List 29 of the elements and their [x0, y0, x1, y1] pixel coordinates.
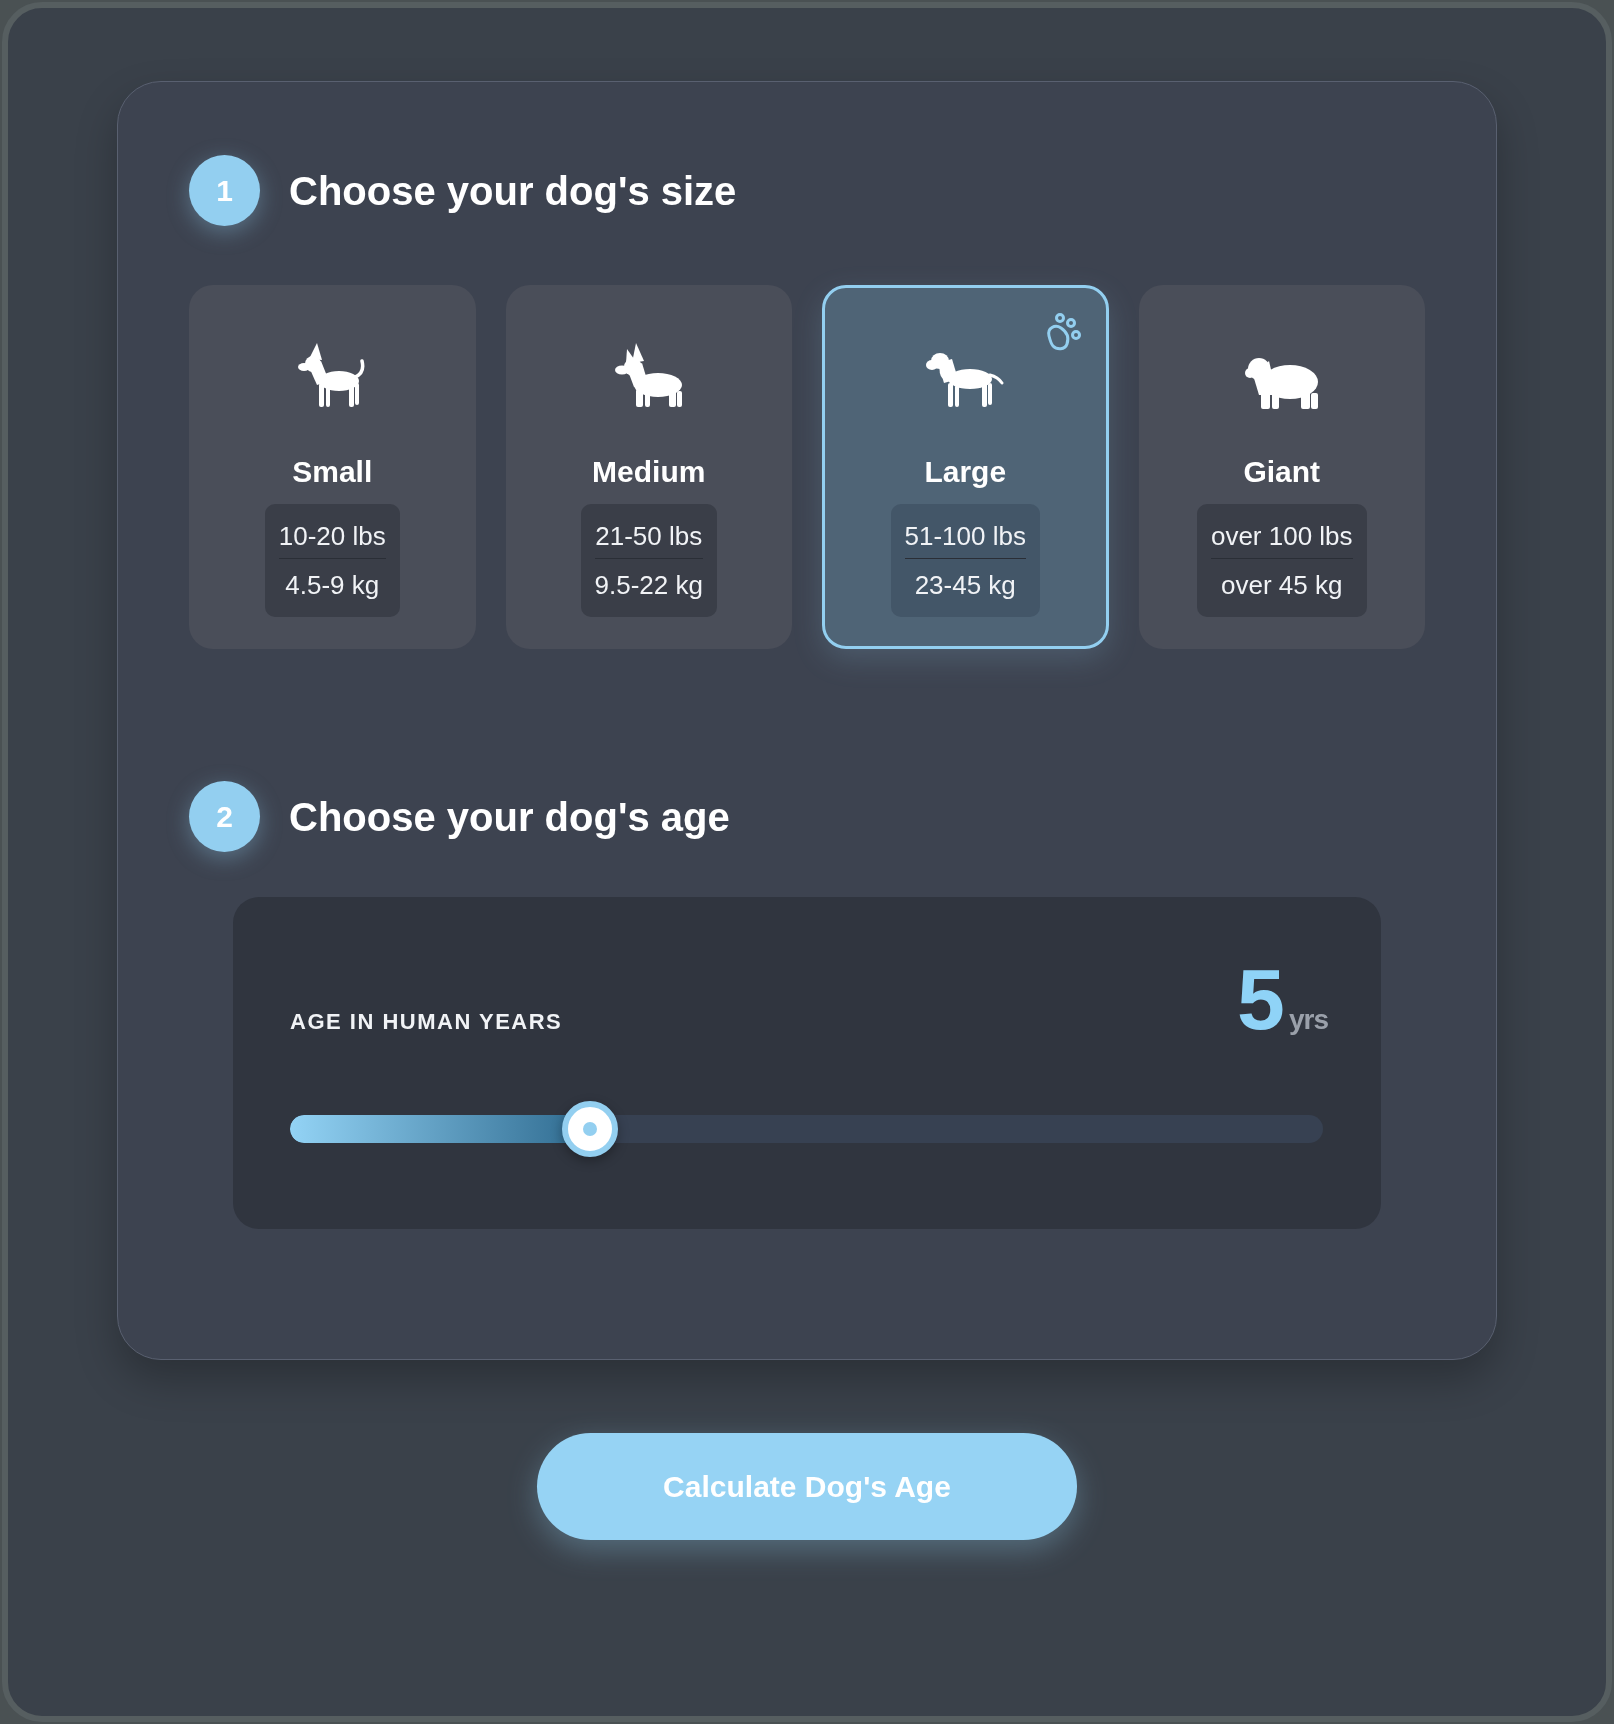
- slider-thumb[interactable]: [561, 1101, 618, 1157]
- weight-lbs-text: over 100 lbs: [1210, 520, 1353, 553]
- size-name: Small: [292, 454, 373, 490]
- step-number: 2: [189, 781, 260, 852]
- step-number: 1: [189, 155, 260, 226]
- weight-lbs-text: 10-20 lbs: [278, 520, 386, 553]
- weight-lbs-text: 51-100 lbs: [904, 520, 1026, 553]
- size-name: Medium: [592, 454, 706, 490]
- weight-kg-text: 9.5-22 kg: [594, 569, 703, 602]
- paw-icon: [1044, 312, 1082, 352]
- dog-icon: [613, 343, 684, 409]
- section-title: Choose your dog's age: [289, 793, 730, 841]
- size-option-card[interactable]: Giant over 100 lbs over 45 kg: [1138, 285, 1425, 649]
- size-option-card[interactable]: Medium 21-50 lbs 9.5-22 kg: [505, 285, 792, 649]
- age-slider[interactable]: [290, 1101, 1323, 1157]
- weight-kg-text: 23-45 kg: [913, 569, 1017, 602]
- weight-kg-text: 4.5-9 kg: [284, 569, 381, 602]
- age-label: AGE IN HUMAN YEARS: [290, 1008, 563, 1036]
- age-value: 5: [1237, 956, 1285, 1042]
- slider-track[interactable]: [290, 1115, 1323, 1143]
- section-title: Choose your dog's size: [289, 167, 737, 215]
- dog-icon: [1244, 355, 1319, 409]
- weight-kg-text: over 45 kg: [1220, 569, 1344, 602]
- age-unit: yrs: [1288, 1003, 1328, 1037]
- size-name: Large: [924, 454, 1007, 490]
- size-name: Giant: [1243, 454, 1321, 490]
- weight-lbs-text: 21-50 lbs: [594, 520, 703, 553]
- size-option-card[interactable]: Large 51-100 lbs 23-45 kg: [822, 285, 1109, 649]
- size-option-card[interactable]: Small 10-20 lbs 4.5-9 kg: [189, 285, 476, 649]
